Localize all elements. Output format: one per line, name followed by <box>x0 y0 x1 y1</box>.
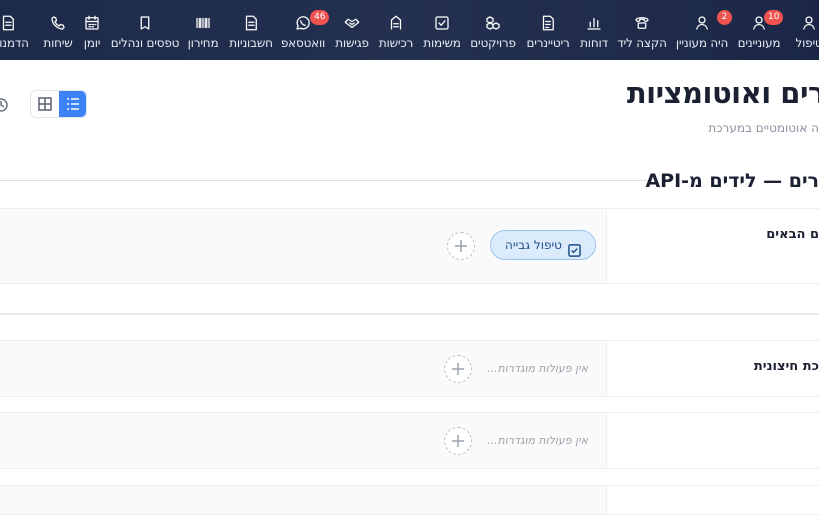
add-action-button[interactable] <box>447 232 475 260</box>
nav-item-demo[interactable]: הדמנו <box>0 0 34 60</box>
nav-item-purchases[interactable]: רכישות <box>377 0 415 60</box>
automation-row: ם הבאים טיפול גבייה <box>0 208 819 284</box>
checkbox-icon <box>568 239 581 257</box>
nav-item-label: דוחות <box>580 36 608 50</box>
nav-item-interested[interactable]: מעוניינים <box>737 0 781 60</box>
page-title: רים ואוטומציות <box>626 76 819 110</box>
list-icon <box>67 98 79 110</box>
nav-item-label: חשבוניות <box>229 36 273 50</box>
view-toggle <box>30 90 87 118</box>
barcode-icon <box>194 14 212 32</box>
nav-item-retainers[interactable]: ריטיינרים <box>525 0 571 60</box>
nav-item-was-interested[interactable]: היה מעוניין <box>676 0 728 60</box>
clipboard-icon <box>136 14 154 32</box>
notification-badge: 10 <box>764 10 784 25</box>
notification-badge: 46 <box>310 10 330 25</box>
nav-item-label: פרויקטים <box>470 36 516 50</box>
add-action-button[interactable] <box>444 355 472 383</box>
row-name: ם הבאים <box>766 227 819 242</box>
nav-item-treatment[interactable]: טיפול <box>789 0 819 60</box>
page-subtitle: ה אוטומטיים במערכת <box>708 121 819 135</box>
nav-item-assign-lead[interactable]: הקצה ליד <box>617 0 667 60</box>
empty-actions-text: אין פעולות מוגדרות... <box>487 362 588 375</box>
nav-item-label: הדמנו <box>0 36 29 50</box>
nav-item-label: פגישות <box>335 36 369 50</box>
handshake-icon <box>343 14 361 32</box>
section-title: רים — לידים מ-API <box>645 170 819 192</box>
group-divider <box>0 313 819 315</box>
user-icon <box>693 14 711 32</box>
nav-item-whatsapp[interactable]: וואטסאפ <box>280 0 326 60</box>
nav-item-tasks[interactable]: משימות <box>422 0 462 60</box>
row-header <box>606 413 819 468</box>
invoice-icon <box>539 14 557 32</box>
plus-icon <box>452 363 464 375</box>
phone-call-icon <box>49 14 67 32</box>
automation-row <box>0 485 819 515</box>
cubes-icon <box>484 14 502 32</box>
nav-item-label: יומן <box>83 36 101 50</box>
row-header: ם הבאים <box>606 209 819 283</box>
nav-item-label: טיפול <box>795 36 819 50</box>
grid-icon <box>38 97 52 111</box>
nav-item-label: היה מעוניין <box>675 36 729 50</box>
nav-item-label: ריטיינרים <box>526 36 570 50</box>
nav-item-calendar[interactable]: יומן <box>82 0 102 60</box>
section-divider <box>0 180 648 181</box>
nav-item-label: מחירון <box>187 36 219 50</box>
checkbox-icon <box>433 14 451 32</box>
nav-item-projects[interactable]: פרויקטים <box>470 0 516 60</box>
add-action-button[interactable] <box>444 427 472 455</box>
nav-item-label: רכישות <box>378 36 414 50</box>
automation-row: אין פעולות מוגדרות... <box>0 412 819 469</box>
nav-item-forms[interactable]: טפסים ונהלים <box>111 0 179 60</box>
nav-item-price-list[interactable]: מחירון <box>186 0 220 60</box>
calendar-icon <box>83 14 101 32</box>
action-chip[interactable]: טיפול גבייה <box>490 230 596 260</box>
nav-item-label: טפסים ונהלים <box>110 36 180 50</box>
top-navbar: טיפול מעוניינים 10 היה מעוניין 2 הקצה לי… <box>0 0 819 60</box>
history-icon[interactable] <box>0 97 8 112</box>
document-icon <box>0 14 17 32</box>
nav-item-meetings[interactable]: פגישות <box>333 0 371 60</box>
document-icon <box>242 14 260 32</box>
notification-badge: 2 <box>717 10 732 25</box>
automation-row: כת חיצונית אין פעולות מוגדרות... <box>0 340 819 397</box>
list-view-button[interactable] <box>59 91 86 117</box>
nav-item-label: הקצה ליד <box>617 36 667 50</box>
nav-item-label: מעוניינים <box>737 36 781 50</box>
nav-item-label: וואטסאפ <box>280 36 326 50</box>
main-content: רים ואוטומציות ה אוטומטיים במערכת רים — … <box>0 60 819 515</box>
nav-item-reports[interactable]: דוחות <box>577 0 611 60</box>
phone-icon <box>633 14 651 32</box>
plus-icon <box>452 435 464 447</box>
empty-actions-text: אין פעולות מוגדרות... <box>487 434 588 447</box>
nav-item-invoices[interactable]: חשבוניות <box>228 0 274 60</box>
nav-item-label: שיחות <box>43 36 73 50</box>
chip-label: טיפול גבייה <box>505 238 562 252</box>
nav-item-calls[interactable]: שיחות <box>42 0 74 60</box>
bar-chart-icon <box>585 14 603 32</box>
row-name: כת חיצונית <box>753 359 819 374</box>
nav-item-label: משימות <box>423 36 461 50</box>
user-icon <box>800 14 818 32</box>
receipt-icon <box>387 14 405 32</box>
plus-icon <box>455 240 467 252</box>
row-header <box>606 486 819 514</box>
grid-view-button[interactable] <box>31 91 59 117</box>
row-header: כת חיצונית <box>606 341 819 396</box>
